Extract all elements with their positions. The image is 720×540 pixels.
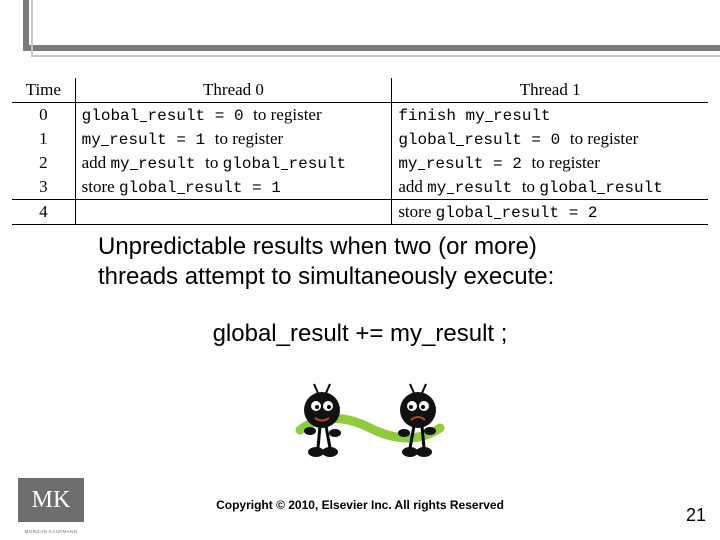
decor-rule-horizontal-thin [31, 55, 720, 57]
code-text: = 2 [483, 155, 531, 173]
code-text: result [185, 179, 243, 197]
underscore-joiner-icon [494, 218, 502, 219]
underscore-joiner-icon [130, 169, 138, 170]
cell-time: 2 [12, 151, 75, 175]
code-text: global [223, 155, 281, 173]
code-text: = 2 [559, 204, 597, 222]
publisher-logo: MK [18, 478, 84, 522]
roman-text: to [522, 177, 539, 196]
code-text: my [110, 155, 129, 173]
underscore-joiner-icon [456, 145, 464, 146]
table-row: 3 store global result = 1 add my result to… [12, 175, 708, 200]
copyright-text: Copyright © 2010, Elsevier Inc. All righ… [0, 498, 720, 512]
code-text: global [398, 131, 456, 149]
code-text: global [436, 204, 494, 222]
cell-time: 4 [12, 200, 75, 225]
right-character-icon [398, 384, 436, 457]
cell-thread0 [75, 200, 392, 225]
roman-text: add [82, 153, 111, 172]
slide: Time Thread 0 Thread 1 0 global result = … [0, 0, 720, 540]
table-header-row: Time Thread 0 Thread 1 [12, 78, 708, 103]
tug-of-war-cartoon-icon [280, 368, 460, 468]
code-text: result [289, 155, 347, 173]
code-text: result [455, 179, 522, 197]
code-text: result [502, 204, 560, 222]
roman-text: to register [253, 105, 321, 124]
underscore-joiner-icon [418, 169, 426, 170]
publisher-logo-subtext: MORGAN KAUFMANN [18, 529, 84, 534]
cell-thread0: add my result to global result [75, 151, 392, 175]
decor-rule-vertical-thin [31, 0, 33, 57]
cell-thread1: add my result to global result [392, 175, 708, 200]
code-text: result [426, 155, 484, 173]
roman-text: store [398, 202, 435, 221]
table-row: 1 my result = 1 to register global result … [12, 127, 708, 151]
cell-thread0: global result = 0 to register [75, 103, 392, 128]
caption-line-2: threads attempt to simultaneously execut… [98, 262, 660, 292]
code-line: global_result += my_result ; [0, 320, 720, 348]
code-text: = 0 [522, 131, 570, 149]
decor-rule-vertical-thick [23, 0, 29, 51]
code-text: result [138, 155, 205, 173]
page-number: 21 [686, 505, 706, 526]
decor-rule-horizontal-thick [23, 45, 720, 51]
cell-thread1: finish my result [392, 103, 708, 128]
cell-thread1: global result = 0 to register [392, 127, 708, 151]
roman-text: add [398, 177, 427, 196]
code-text: result [148, 107, 206, 125]
underscore-joiner-icon [177, 193, 185, 194]
cell-thread1: store global result = 2 [392, 200, 708, 225]
cell-time: 0 [12, 103, 75, 128]
cell-time: 1 [12, 127, 75, 151]
code-text: result [109, 131, 167, 149]
code-text: result [493, 107, 551, 125]
code-text: = 1 [242, 179, 280, 197]
publisher-logo-letters: MK [32, 487, 71, 514]
caption-text: Unpredictable results when two (or more)… [98, 232, 660, 292]
underscore-joiner-icon [597, 193, 605, 194]
code-text: my [82, 131, 101, 149]
roman-text: to register [215, 129, 283, 148]
code-text: global [82, 107, 140, 125]
roman-text: to register [570, 129, 638, 148]
header-thread0: Thread 0 [75, 78, 392, 103]
underscore-joiner-icon [281, 169, 289, 170]
code-text: my [398, 155, 417, 173]
underscore-joiner-icon [140, 121, 148, 122]
code-text: my [427, 179, 446, 197]
header-time: Time [12, 78, 75, 103]
code-text: = 1 [167, 131, 215, 149]
race-condition-table: Time Thread 0 Thread 1 0 global result = … [12, 78, 708, 225]
code-text: result [464, 131, 522, 149]
underscore-joiner-icon [101, 145, 109, 146]
cell-thread1: my result = 2 to register [392, 151, 708, 175]
code-text: my [466, 107, 485, 125]
table-row: 4 store global result = 2 [12, 200, 708, 225]
header-thread1: Thread 1 [392, 78, 708, 103]
underscore-joiner-icon [447, 193, 455, 194]
table-row: 0 global result = 0 to register finish my… [12, 103, 708, 128]
left-character-icon [304, 384, 341, 457]
code-text: finish [398, 107, 465, 125]
caption-line-1: Unpredictable results when two (or more) [98, 232, 660, 262]
cell-time: 3 [12, 175, 75, 200]
roman-text: store [82, 177, 119, 196]
code-text: global [119, 179, 177, 197]
roman-text: to [205, 153, 222, 172]
cell-thread0: my result = 1 to register [75, 127, 392, 151]
code-text: result [605, 179, 663, 197]
table-row: 2 add my result to global result my result … [12, 151, 708, 175]
cell-thread0: store global result = 1 [75, 175, 392, 200]
code-text: global [539, 179, 597, 197]
roman-text: to register [531, 153, 599, 172]
code-text: = 0 [205, 107, 253, 125]
underscore-joiner-icon [485, 121, 493, 122]
